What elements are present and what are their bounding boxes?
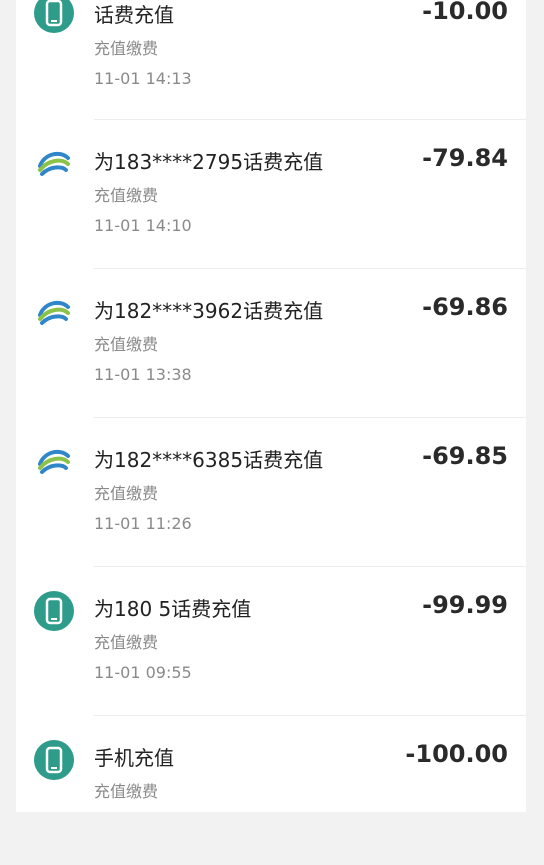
transaction-title: 话费充值 (94, 3, 174, 27)
transaction-time: 11-01 11:26 (94, 514, 192, 533)
transaction-amount: -100.00 (405, 740, 508, 768)
transaction-amount: -10.00 (422, 0, 508, 25)
transaction-item[interactable]: 为180 5话费充值 -99.99 充值缴费 11-01 09:55 (16, 567, 526, 716)
transaction-category: 充值缴费 (94, 186, 159, 205)
transaction-amount: -99.99 (422, 591, 508, 619)
transaction-title: 为182****3962话费充值 (94, 299, 324, 323)
transaction-category: 充值缴费 (94, 633, 159, 652)
transaction-item[interactable]: 手机充值 -100.00 充值缴费 (16, 716, 526, 865)
transaction-category: 充值缴费 (94, 782, 159, 801)
transaction-category: 充值缴费 (94, 39, 159, 58)
transaction-time: 11-01 14:10 (94, 216, 192, 235)
china-mobile-logo-icon (34, 442, 74, 482)
transaction-time: 11-01 14:13 (94, 69, 192, 88)
transaction-item[interactable]: 为182****3962话费充值 -69.86 充值缴费 11-01 13:38 (16, 269, 526, 418)
transaction-title: 为183****2795话费充值 (94, 150, 324, 174)
phone-icon (34, 740, 74, 780)
transaction-item[interactable]: 为183****2795话费充值 -79.84 充值缴费 11-01 14:10 (16, 120, 526, 269)
transaction-list: 话费充值 -10.00 充值缴费 11-01 14:13 为183****279… (16, 0, 526, 812)
phone-icon (34, 0, 74, 33)
transaction-time: 11-01 09:55 (94, 663, 192, 682)
transaction-item[interactable]: 话费充值 -10.00 充值缴费 11-01 14:13 (16, 0, 526, 120)
china-mobile-logo-icon (34, 293, 74, 333)
phone-icon (34, 591, 74, 631)
transaction-title: 为182****6385话费充值 (94, 448, 324, 472)
transaction-item[interactable]: 为182****6385话费充值 -69.85 充值缴费 11-01 11:26 (16, 418, 526, 567)
transaction-amount: -79.84 (422, 144, 508, 172)
transaction-title: 手机充值 (94, 746, 174, 770)
transaction-time: 11-01 13:38 (94, 365, 192, 384)
transaction-category: 充值缴费 (94, 335, 159, 354)
transaction-title: 为180 5话费充值 (94, 597, 252, 621)
transaction-amount: -69.86 (422, 293, 508, 321)
transaction-amount: -69.85 (422, 442, 508, 470)
transaction-category: 充值缴费 (94, 484, 159, 503)
china-mobile-logo-icon (34, 144, 74, 184)
